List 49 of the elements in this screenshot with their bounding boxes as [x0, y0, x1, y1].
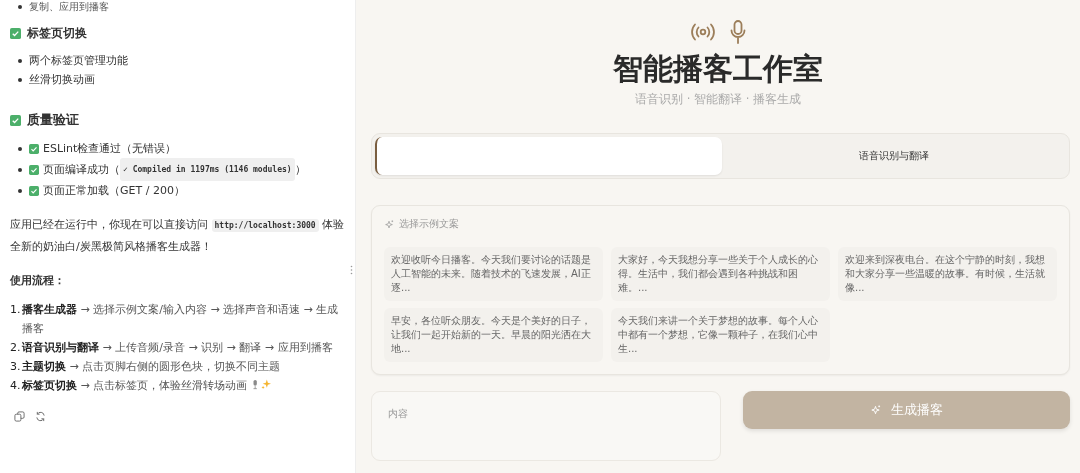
step-number: 1. [10, 302, 22, 318]
step-number: 2. [10, 340, 22, 356]
copy-icon[interactable] [14, 411, 25, 422]
list-item: 页面正常加载（GET / 200） [43, 183, 185, 199]
bullet-icon [18, 77, 22, 82]
code-snippet: http://localhost:3000 [211, 219, 319, 232]
tab[interactable]: 语音识别与翻译 [721, 137, 1066, 175]
section-heading: 质量验证 [27, 111, 79, 129]
list-item: 复制、应用到播客 [29, 0, 109, 14]
refresh-icon[interactable] [35, 411, 46, 422]
step-number: 3. [10, 359, 22, 375]
bullet-icon [18, 146, 22, 151]
bullet-icon [18, 5, 22, 9]
example-card[interactable]: 欢迎来到深夜电台。在这个宁静的时刻，我想和大家分享一些温暖的故事。有时候，生活就像... [838, 247, 1057, 301]
bullet-icon [18, 58, 22, 63]
paragraph-text: 应用已经在运行中，你现在可以直接访问 http://localhost:3000 体验全新的奶油白/炭黑极简风格播客生成器！ [10, 217, 345, 255]
checkmark-icon [10, 28, 21, 39]
step-number: 4. [10, 378, 22, 394]
checkmark-icon [29, 164, 39, 175]
bullet-icon [18, 188, 22, 193]
example-card[interactable]: 今天我们来讲一个关于梦想的故事。每个人心中都有一个梦想，它像一颗种子，在我们心中生... [611, 308, 830, 362]
list-item: ） [294, 162, 306, 178]
sparkle-icon [869, 404, 881, 416]
example-card[interactable]: 欢迎收听今日播客。今天我们要讨论的话题是人工智能的未来。随着技术的飞速发展，AI正逐... [384, 247, 603, 301]
example-card[interactable]: 早安，各位听众朋友。今天是个美好的日子，让我们一起开始新的一天。早晨的阳光洒在大地... [384, 308, 603, 362]
step-text: 播客生成器 → 选择示例文案/输入内容 → 选择声音和语速 → 生成播客 [22, 303, 339, 335]
field-label: 内容 [388, 408, 408, 419]
app-title: 智能播客工作室 [613, 50, 823, 88]
list-item: 页面编译成功（ [43, 162, 120, 178]
section-label: 选择示例文案 [399, 218, 459, 231]
microphone-icon [730, 20, 746, 44]
code-snippet: ✓ Compiled in 1197ms (1146 modules) [120, 158, 295, 181]
section-heading: 标签页切换 [27, 26, 87, 41]
checkmark-icon [29, 185, 39, 196]
checkmark-icon [10, 114, 21, 126]
sparkle-icon [384, 219, 394, 230]
list-item: 丝滑切换动画 [29, 72, 95, 88]
step-text: 语音识别与翻译 → 上传音频/录音 → 识别 → 翻译 → 应用到播客 [22, 341, 333, 354]
list-item: 两个标签页管理功能 [29, 53, 128, 69]
bullet-icon [18, 167, 22, 172]
app-subtitle: 语音识别 · 智能翻译 · 播客生成 [635, 92, 801, 107]
example-card[interactable]: 大家好，今天我想分享一些关于个人成长的心得。生活中，我们都会遇到各种挑战和困难。... [611, 247, 830, 301]
step-text: 标签页切换 → 点击标签页，体验丝滑转场动画 [22, 379, 248, 392]
checkmark-icon [29, 143, 39, 154]
flow-heading: 使用流程： [10, 273, 66, 288]
more-icon[interactable] [350, 265, 353, 275]
broadcast-icon [690, 23, 716, 41]
list-item: ESLint检查通过（无错误） [43, 141, 177, 157]
step-text: 主题切换 → 点击页脚右侧的圆形色块，切换不同主题 [22, 360, 281, 373]
